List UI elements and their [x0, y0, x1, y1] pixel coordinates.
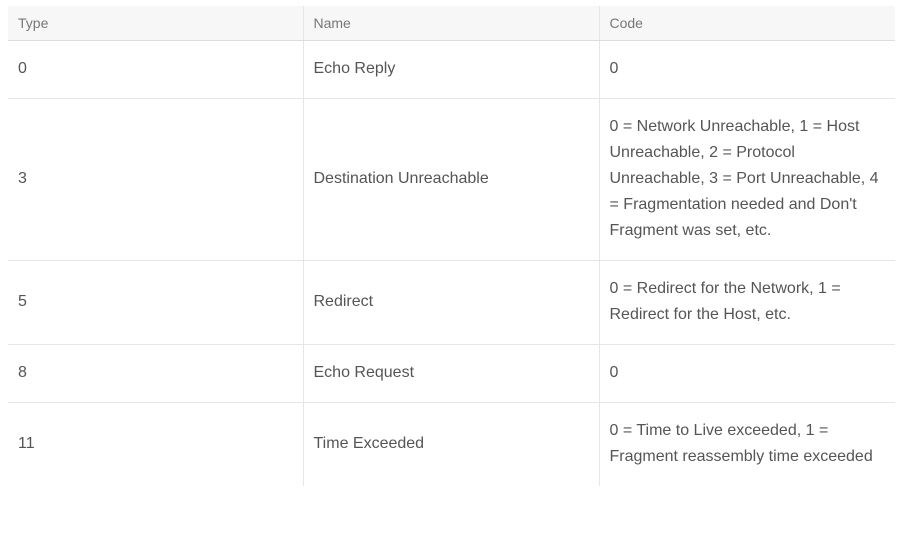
- table-header: Type Name Code: [8, 6, 895, 41]
- cell-code: 0 = Time to Live exceeded, 1 = Fragment …: [609, 422, 873, 465]
- cell-type: 11: [8, 402, 304, 486]
- cell-type: 0: [8, 40, 304, 99]
- table-row: 8 Echo Request 0: [8, 344, 895, 403]
- cell-name: Echo Reply: [303, 40, 600, 99]
- table-row: 0 Echo Reply 0: [8, 40, 895, 99]
- table-body: 0 Echo Reply 0 3 Destination Unreachable…: [8, 40, 895, 486]
- cell-name: Destination Unreachable: [303, 98, 600, 261]
- icmp-types-table-container: Type Name Code 0 Echo Reply 0 3 Destinat…: [8, 6, 895, 486]
- column-header-type: Type: [8, 6, 304, 41]
- cell-type: 3: [8, 98, 304, 261]
- cell-code: 0 = Network Unreachable, 1 = Host Unreac…: [599, 98, 895, 261]
- table-row: 5 Redirect 0 = Redirect for the Network,…: [8, 260, 895, 345]
- table-row: 11 Time Exceeded 0 = Time to Live exceed…: [8, 402, 895, 486]
- column-header-name: Name: [303, 6, 600, 41]
- cell-type: 8: [8, 344, 304, 403]
- icmp-types-table: Type Name Code 0 Echo Reply 0 3 Destinat…: [8, 6, 895, 486]
- table-row: 3 Destination Unreachable 0 = Network Un…: [8, 98, 895, 261]
- cell-name: Time Exceeded: [303, 402, 600, 486]
- cell-type: 5: [8, 260, 304, 345]
- cell-name: Echo Request: [303, 344, 600, 403]
- cell-code: 0 = Redirect for the Network, 1 = Redire…: [599, 260, 895, 345]
- cell-code: 0: [599, 40, 895, 99]
- cell-name: Redirect: [303, 260, 600, 345]
- header-row: Type Name Code: [8, 6, 895, 41]
- cell-code: 0: [599, 344, 895, 403]
- column-header-code: Code: [599, 6, 895, 41]
